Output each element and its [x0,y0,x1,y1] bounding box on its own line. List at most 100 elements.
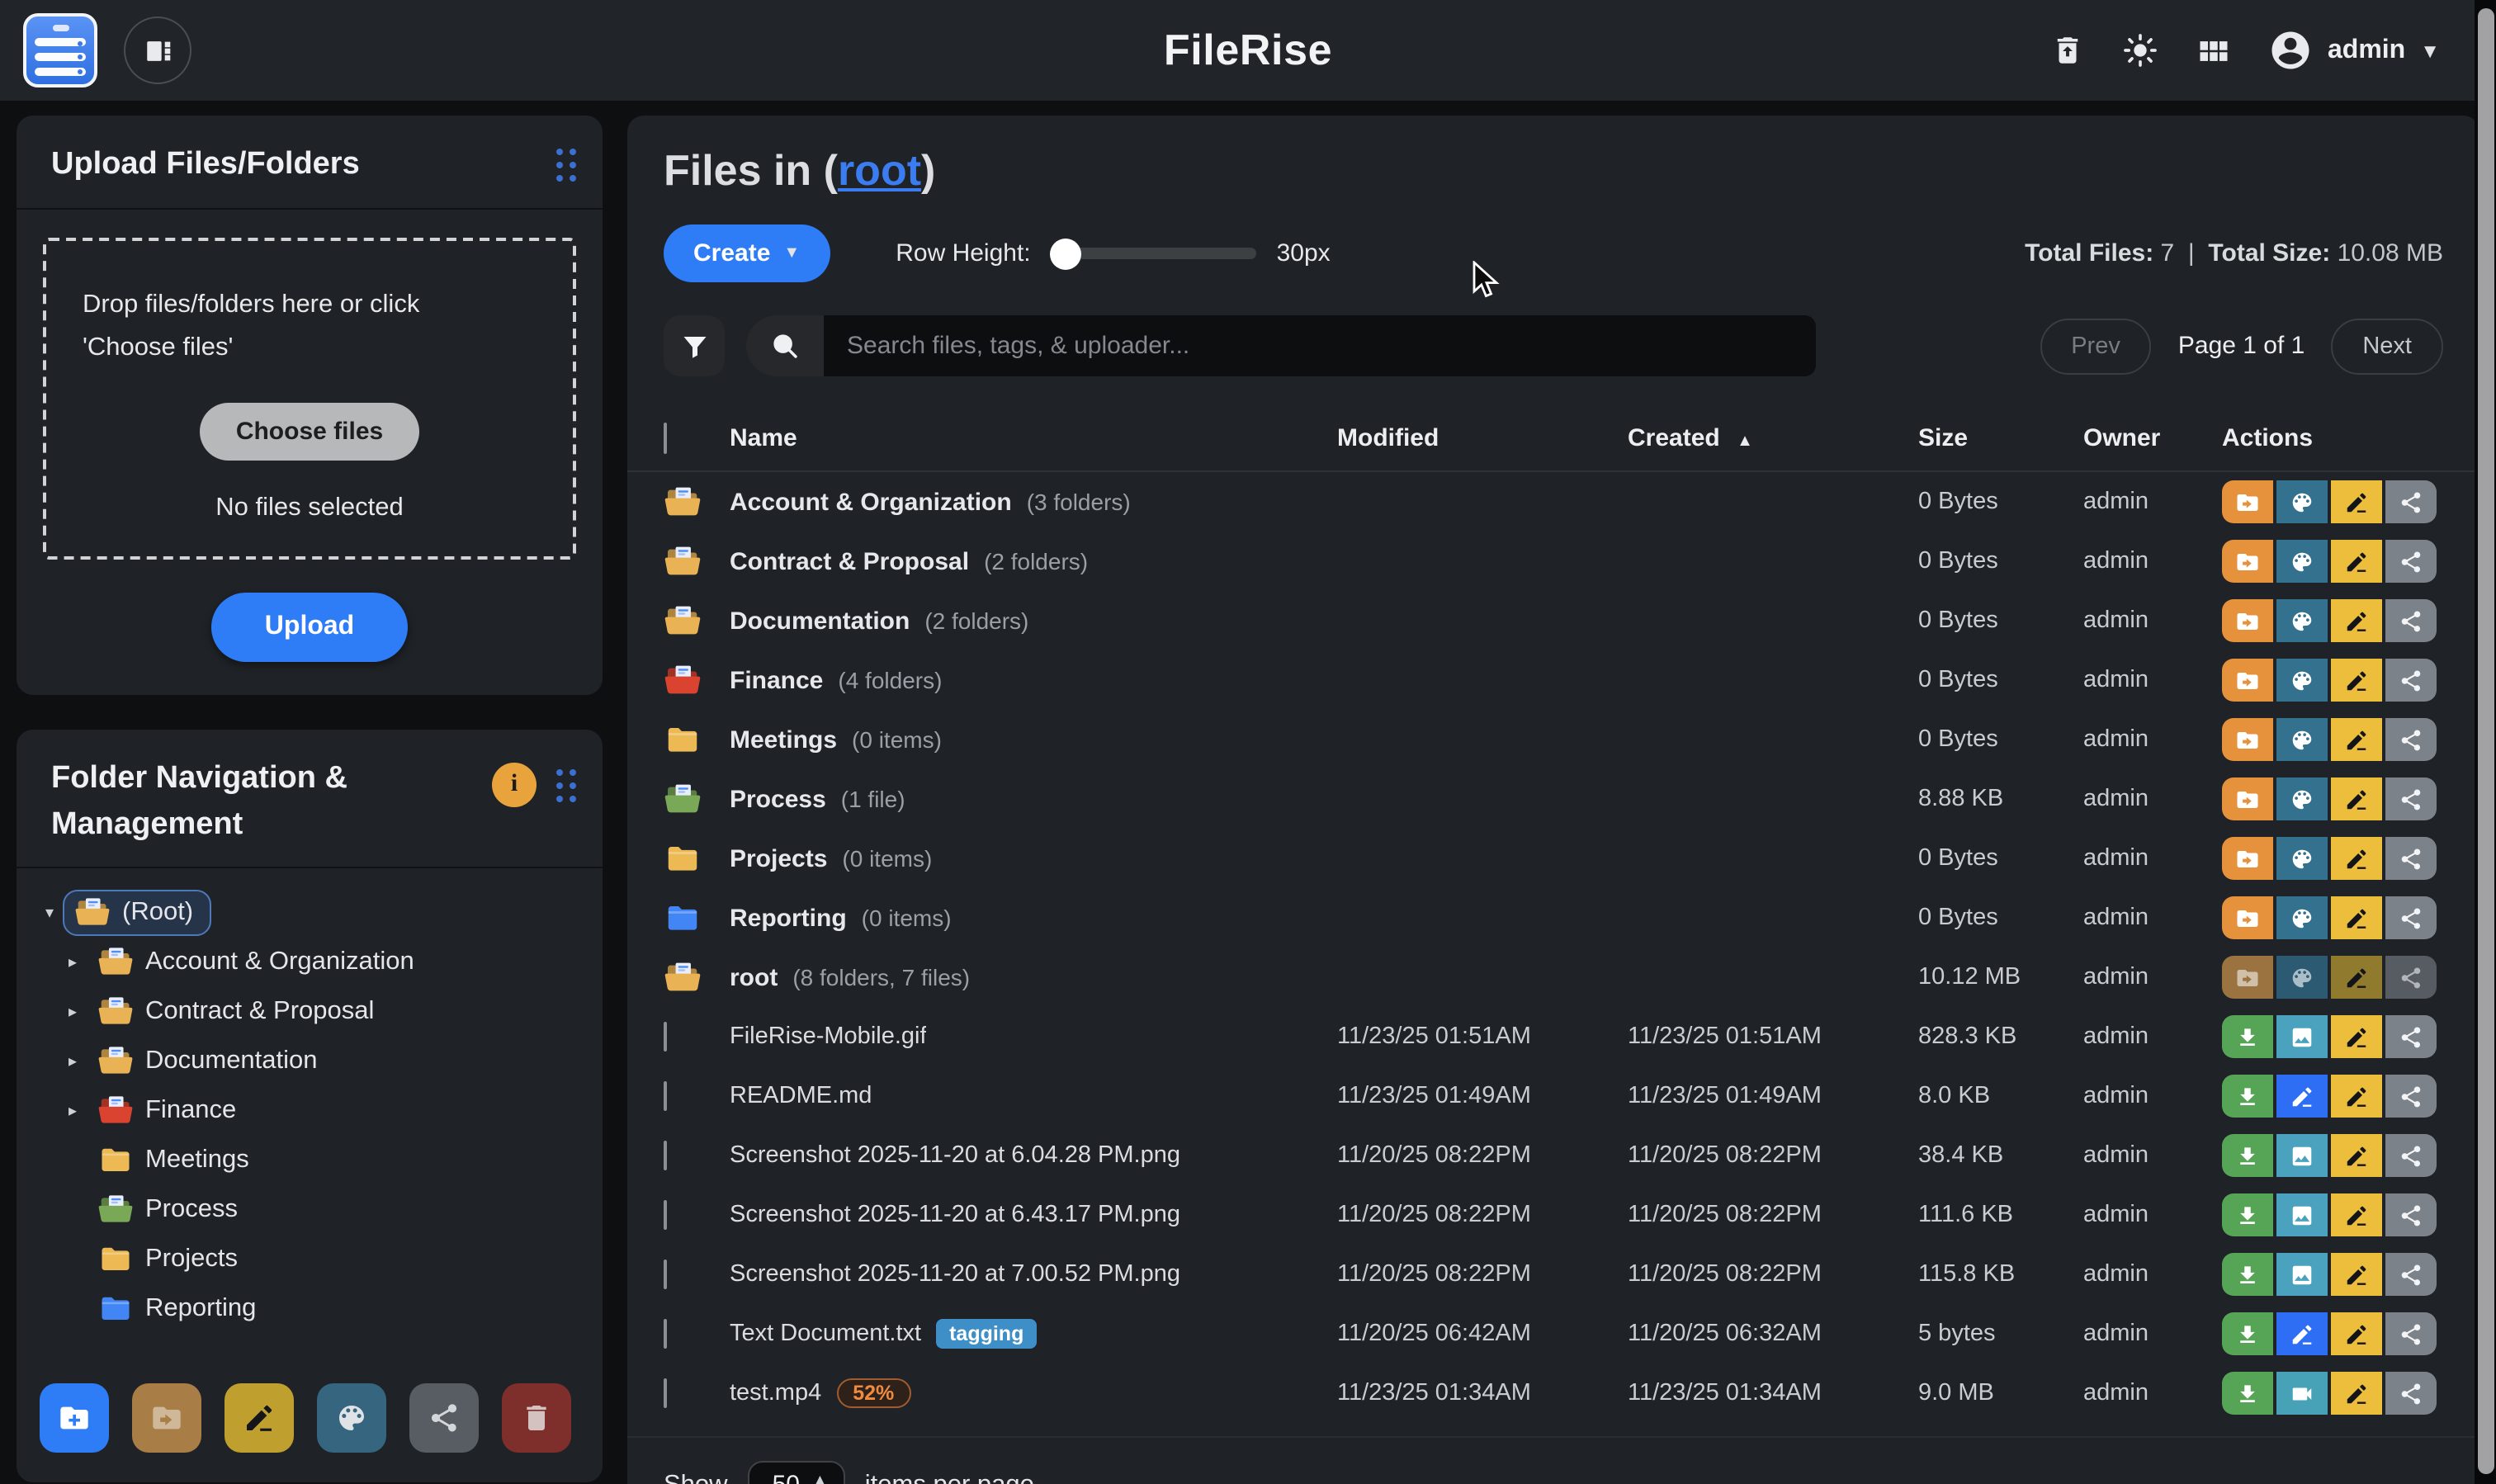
file-row[interactable]: FileRise-Mobile.gif11/23/25 01:51AM11/23… [627,1007,2479,1066]
file-row[interactable]: Screenshot 2025-11-20 at 7.00.52 PM.png1… [627,1245,2479,1304]
column-header-modified[interactable]: Modified [1337,424,1628,452]
folder-color-button[interactable] [2276,599,2328,642]
next-page-button[interactable]: Next [2331,318,2443,374]
move-folder-button[interactable] [2222,896,2273,939]
scrollbar-thumb[interactable] [2477,8,2494,1474]
edit-file-button[interactable] [2276,1312,2328,1355]
preview-video-button[interactable] [2276,1372,2328,1415]
folder-color-button[interactable] [2276,480,2328,523]
folder-row[interactable]: Projects(0 items)0 Bytesadmin [627,829,2479,888]
row-checkbox[interactable] [664,1319,667,1349]
folder-name[interactable]: Finance [730,666,823,694]
folder-color-button[interactable] [2276,718,2328,761]
download-button[interactable] [2222,1015,2273,1058]
filerise-logo-icon[interactable] [23,13,97,87]
preview-image-button[interactable] [2276,1253,2328,1296]
preview-image-button[interactable] [2276,1193,2328,1236]
folder-row[interactable]: Reporting(0 items)0 Bytesadmin [627,888,2479,948]
preview-image-button[interactable] [2276,1134,2328,1177]
share-button[interactable] [2385,1134,2437,1177]
move-folder-button[interactable] [132,1384,201,1453]
share-button[interactable] [2385,540,2437,583]
tree-item-finance[interactable]: ▸Finance [36,1087,586,1137]
rename-button[interactable] [2331,718,2382,761]
tree-item-account-organization[interactable]: ▸Account & Organization [36,938,586,988]
items-per-page-select[interactable]: 50 ▲▼ [748,1461,845,1484]
folder-row[interactable]: Finance(4 folders)0 Bytesadmin [627,650,2479,710]
filter-button[interactable] [664,315,725,376]
folder-name[interactable]: Projects [730,844,827,872]
tree-item-process[interactable]: Process [36,1186,586,1236]
file-name[interactable]: README.md [730,1083,872,1109]
caret-right-icon[interactable]: ▸ [59,1053,86,1071]
share-button[interactable] [2385,1372,2437,1415]
download-button[interactable] [2222,1253,2273,1296]
file-row[interactable]: Text Document.txttagging11/20/25 06:42AM… [627,1304,2479,1363]
file-name[interactable]: Screenshot 2025-11-20 at 6.04.28 PM.png [730,1142,1180,1169]
caret-right-icon[interactable]: ▸ [59,954,86,972]
slider-knob[interactable] [1051,238,1082,269]
file-name[interactable]: test.mp4 [730,1380,821,1406]
rename-button[interactable] [2331,777,2382,820]
download-button[interactable] [2222,1134,2273,1177]
move-folder-button[interactable] [2222,540,2273,583]
rename-button[interactable] [2331,540,2382,583]
folder-name[interactable]: Contract & Proposal [730,547,969,575]
move-folder-button[interactable] [2222,718,2273,761]
download-button[interactable] [2222,1075,2273,1118]
folder-name[interactable]: Documentation [730,607,910,635]
folder-name[interactable]: Meetings [730,725,837,754]
upload-button[interactable]: Upload [212,593,407,662]
folder-color-button[interactable] [2276,896,2328,939]
folder-row[interactable]: root(8 folders, 7 files)10.12 MBadmin [627,948,2479,1007]
file-row[interactable]: test.mp452%11/23/25 01:34AM11/23/25 01:3… [627,1363,2479,1423]
column-header-size[interactable]: Size [1918,424,2083,452]
share-button[interactable] [2385,1075,2437,1118]
search-input[interactable] [824,315,1816,376]
rename-button[interactable] [2331,599,2382,642]
move-folder-button[interactable] [2222,480,2273,523]
tree-item-reporting[interactable]: Reporting [36,1285,586,1335]
rename-button[interactable] [2331,480,2382,523]
file-name[interactable]: Screenshot 2025-11-20 at 7.00.52 PM.png [730,1261,1180,1288]
tree-item-root[interactable]: ▾(Root) [36,889,586,938]
scrollbar-track[interactable] [2475,0,2496,1484]
share-button[interactable] [2385,1253,2437,1296]
download-button[interactable] [2222,1193,2273,1236]
caret-right-icon[interactable]: ▸ [59,1103,86,1121]
choose-files-button[interactable]: Choose files [200,403,419,461]
download-button[interactable] [2222,1372,2273,1415]
share-button[interactable] [2385,718,2437,761]
folder-color-button[interactable] [2276,777,2328,820]
column-header-name[interactable]: Name [730,424,1337,452]
select-all-checkbox[interactable] [664,423,667,454]
row-checkbox[interactable] [664,1378,667,1408]
share-button[interactable] [2385,1193,2437,1236]
edit-file-button[interactable] [2276,1075,2328,1118]
drag-handle-icon[interactable] [556,768,576,801]
rename-button[interactable] [2331,1372,2382,1415]
folder-row[interactable]: Contract & Proposal(2 folders)0 Bytesadm… [627,532,2479,591]
caret-down-icon[interactable]: ▾ [36,905,63,923]
folder-color-button[interactable] [2276,659,2328,702]
column-header-created[interactable]: Created ▲ [1628,424,1918,452]
share-button[interactable] [2385,659,2437,702]
share-folder-button[interactable] [409,1384,479,1453]
download-button[interactable] [2222,1312,2273,1355]
share-button[interactable] [2385,777,2437,820]
create-button[interactable]: Create ▼ [664,224,830,282]
rename-button[interactable] [2331,1193,2382,1236]
file-name[interactable]: FileRise-Mobile.gif [730,1023,927,1050]
folder-color-button[interactable] [317,1384,386,1453]
panel-toggle-button[interactable] [124,17,191,84]
rename-folder-button[interactable] [225,1384,294,1453]
rename-button[interactable] [2331,1312,2382,1355]
info-button[interactable]: i [492,763,537,807]
row-checkbox[interactable] [664,1081,667,1111]
share-button[interactable] [2385,599,2437,642]
root-link[interactable]: root [838,145,921,195]
folder-row[interactable]: Meetings(0 items)0 Bytesadmin [627,710,2479,769]
file-name[interactable]: Text Document.txt [730,1321,921,1347]
folder-row[interactable]: Process(1 file)8.88 KBadmin [627,769,2479,829]
trash-restore-button[interactable] [2050,33,2085,68]
